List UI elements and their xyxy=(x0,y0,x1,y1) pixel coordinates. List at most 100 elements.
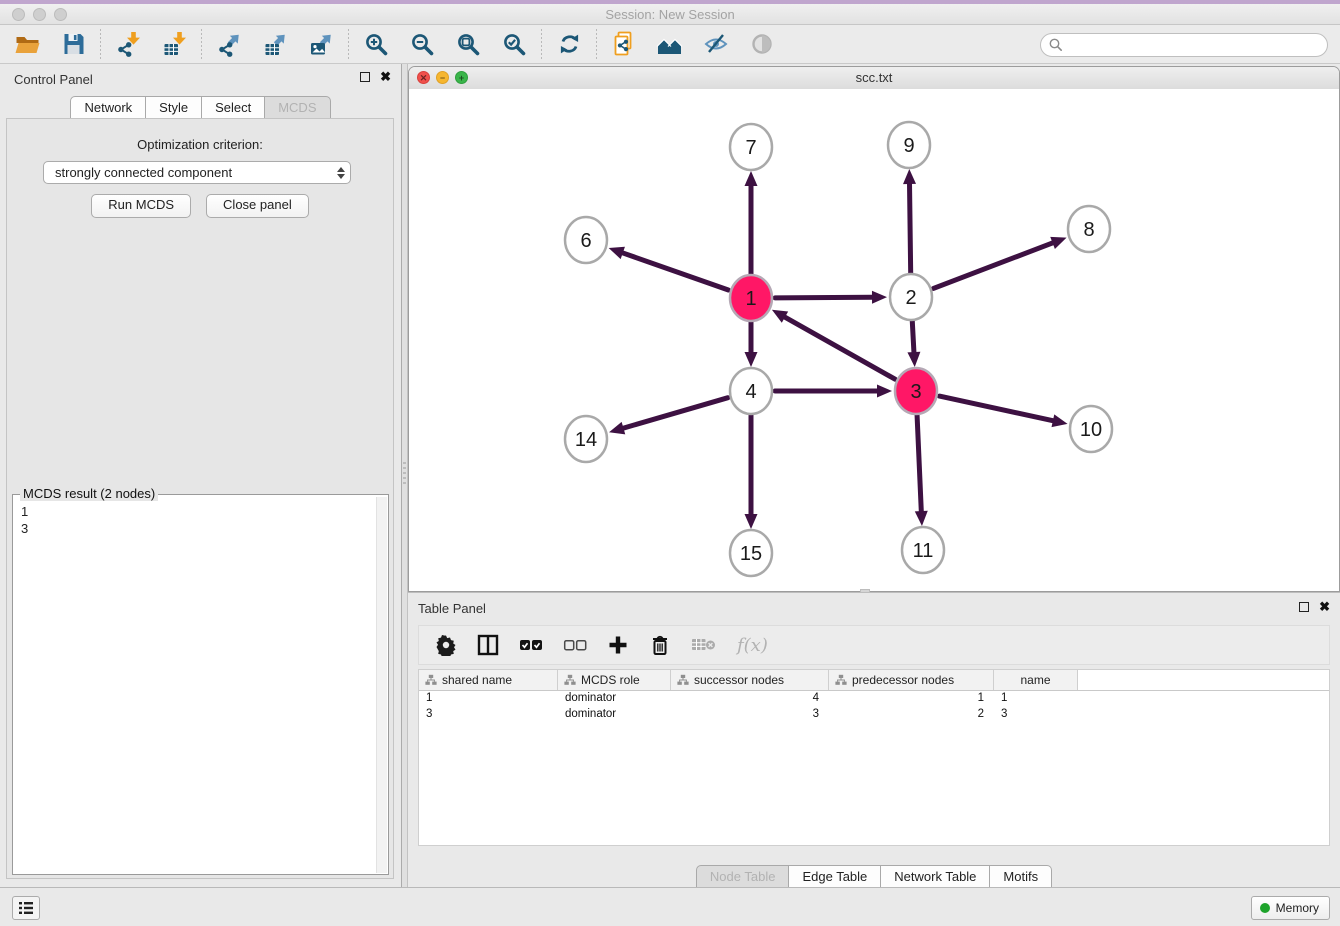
node-label-14: 14 xyxy=(575,429,597,451)
export-network-button[interactable] xyxy=(210,28,248,60)
hide-panel-button[interactable] xyxy=(697,28,735,60)
network-canvas[interactable]: 7968124314101511 xyxy=(409,89,1339,591)
table-cell[interactable]: 3 xyxy=(419,707,558,723)
arrowhead-1-4 xyxy=(745,352,758,367)
zoom-out-button[interactable] xyxy=(403,28,441,60)
arrowhead-2-3 xyxy=(907,352,920,367)
column-header-successor-nodes[interactable]: successor nodes xyxy=(671,670,829,690)
close-panel-icon[interactable]: ✖ xyxy=(380,72,391,82)
criterion-dropdown[interactable]: strongly connected component xyxy=(43,161,351,184)
tab-network[interactable]: Network xyxy=(70,96,146,119)
toolbar-separator xyxy=(201,29,202,59)
tab-select[interactable]: Select xyxy=(202,96,265,119)
import-table-icon xyxy=(161,31,188,57)
select-all-columns-button[interactable] xyxy=(519,632,543,658)
table-cell[interactable]: dominator xyxy=(558,707,671,723)
node-label-3: 3 xyxy=(910,381,921,403)
tab-style[interactable]: Style xyxy=(146,96,202,119)
table-cell[interactable]: 1 xyxy=(829,691,994,707)
arrowhead-4-14 xyxy=(609,422,625,434)
table-row[interactable]: 1dominator411 xyxy=(419,691,1329,707)
refresh-icon xyxy=(557,32,582,56)
mcds-result-text[interactable]: 1 3 xyxy=(13,497,376,874)
toolbar-group xyxy=(357,28,533,60)
tab-network-table[interactable]: Network Table xyxy=(881,865,990,888)
table-settings-button[interactable] xyxy=(435,632,457,658)
control-panel: Control Panel ✖ NetworkStyleSelectMCDS O… xyxy=(0,64,401,888)
edge-2-9[interactable] xyxy=(910,184,911,273)
export-table-button[interactable] xyxy=(256,28,294,60)
window-titlebar: Session: New Session xyxy=(0,4,1340,25)
toolbar-separator xyxy=(348,29,349,59)
import-network-button[interactable] xyxy=(109,28,147,60)
tab-mcds[interactable]: MCDS xyxy=(265,96,330,119)
table-cell[interactable]: 1 xyxy=(994,691,1078,707)
zoom-fit-icon xyxy=(456,32,480,56)
delete-table-button[interactable] xyxy=(691,632,717,658)
table-cell[interactable]: 3 xyxy=(671,707,829,723)
column-header-predecessor-nodes[interactable]: predecessor nodes xyxy=(829,670,994,690)
table-row[interactable]: 3dominator323 xyxy=(419,707,1329,723)
close-panel-button[interactable]: Close panel xyxy=(206,194,309,218)
edge-3-10[interactable] xyxy=(939,396,1052,421)
edge-1-6[interactable] xyxy=(623,253,729,290)
close-table-panel-icon[interactable]: ✖ xyxy=(1319,602,1330,612)
unselect-all-columns-button[interactable] xyxy=(563,632,587,658)
zoom-in-button[interactable] xyxy=(357,28,395,60)
table-cell[interactable]: dominator xyxy=(558,691,671,707)
column-header-mcds-role[interactable]: MCDS role xyxy=(558,670,671,690)
edge-2-3[interactable] xyxy=(912,321,914,352)
tab-motifs[interactable]: Motifs xyxy=(990,865,1052,888)
table-cell[interactable]: 1 xyxy=(419,691,558,707)
add-row-icon xyxy=(608,635,628,655)
open-file-button[interactable] xyxy=(8,28,46,60)
open-file-icon xyxy=(14,32,41,56)
export-image-button[interactable] xyxy=(302,28,340,60)
import-table-button[interactable] xyxy=(155,28,193,60)
edge-1-2[interactable] xyxy=(775,297,872,298)
delete-row-icon xyxy=(650,634,670,656)
tab-node-table[interactable]: Node Table xyxy=(696,865,790,888)
zoom-out-icon xyxy=(410,32,434,56)
vertical-splitter[interactable] xyxy=(401,64,408,888)
result-scrollbar[interactable] xyxy=(376,497,387,873)
search-field[interactable] xyxy=(1040,33,1328,57)
table-cell[interactable]: 3 xyxy=(994,707,1078,723)
edge-3-11[interactable] xyxy=(917,415,921,511)
table-cell[interactable]: 4 xyxy=(671,691,829,707)
home-button[interactable] xyxy=(651,28,689,60)
select-all-columns-icon xyxy=(519,638,543,652)
column-header-shared-name[interactable]: shared name xyxy=(419,670,558,690)
split-columns-button[interactable] xyxy=(477,632,499,658)
duplicate-network-button[interactable] xyxy=(605,28,643,60)
run-mcds-button[interactable]: Run MCDS xyxy=(91,194,191,218)
show-panel-button[interactable] xyxy=(743,28,781,60)
delete-row-button[interactable] xyxy=(649,632,671,658)
function-builder-button[interactable]: f(x) xyxy=(737,632,768,658)
arrowhead-1-6 xyxy=(609,247,625,259)
task-history-button[interactable] xyxy=(12,896,40,920)
search-input[interactable] xyxy=(1064,37,1308,53)
edge-2-8[interactable] xyxy=(933,243,1052,289)
edge-4-14[interactable] xyxy=(623,398,728,428)
node-table: shared name MCDS role successor nodesprede… xyxy=(418,669,1330,846)
table-settings-icon xyxy=(435,634,457,656)
zoom-fit-button[interactable] xyxy=(449,28,487,60)
column-header-name[interactable]: name xyxy=(994,670,1078,690)
float-table-panel-icon[interactable] xyxy=(1299,602,1309,612)
tab-edge-table[interactable]: Edge Table xyxy=(789,865,881,888)
unselect-all-columns-icon xyxy=(563,638,587,652)
node-label-11: 11 xyxy=(913,540,934,562)
node-label-1: 1 xyxy=(745,288,756,310)
table-cell[interactable]: 2 xyxy=(829,707,994,723)
float-panel-icon[interactable] xyxy=(360,72,370,82)
memory-button[interactable]: Memory xyxy=(1251,896,1330,920)
edge-3-1[interactable] xyxy=(785,317,895,379)
zoom-selected-button[interactable] xyxy=(495,28,533,60)
add-row-button[interactable] xyxy=(607,632,629,658)
refresh-button[interactable] xyxy=(550,28,588,60)
arrowhead-1-2 xyxy=(872,291,887,304)
arrowhead-3-10 xyxy=(1052,414,1068,427)
column-label: MCDS role xyxy=(581,673,640,687)
save-session-button[interactable] xyxy=(54,28,92,60)
